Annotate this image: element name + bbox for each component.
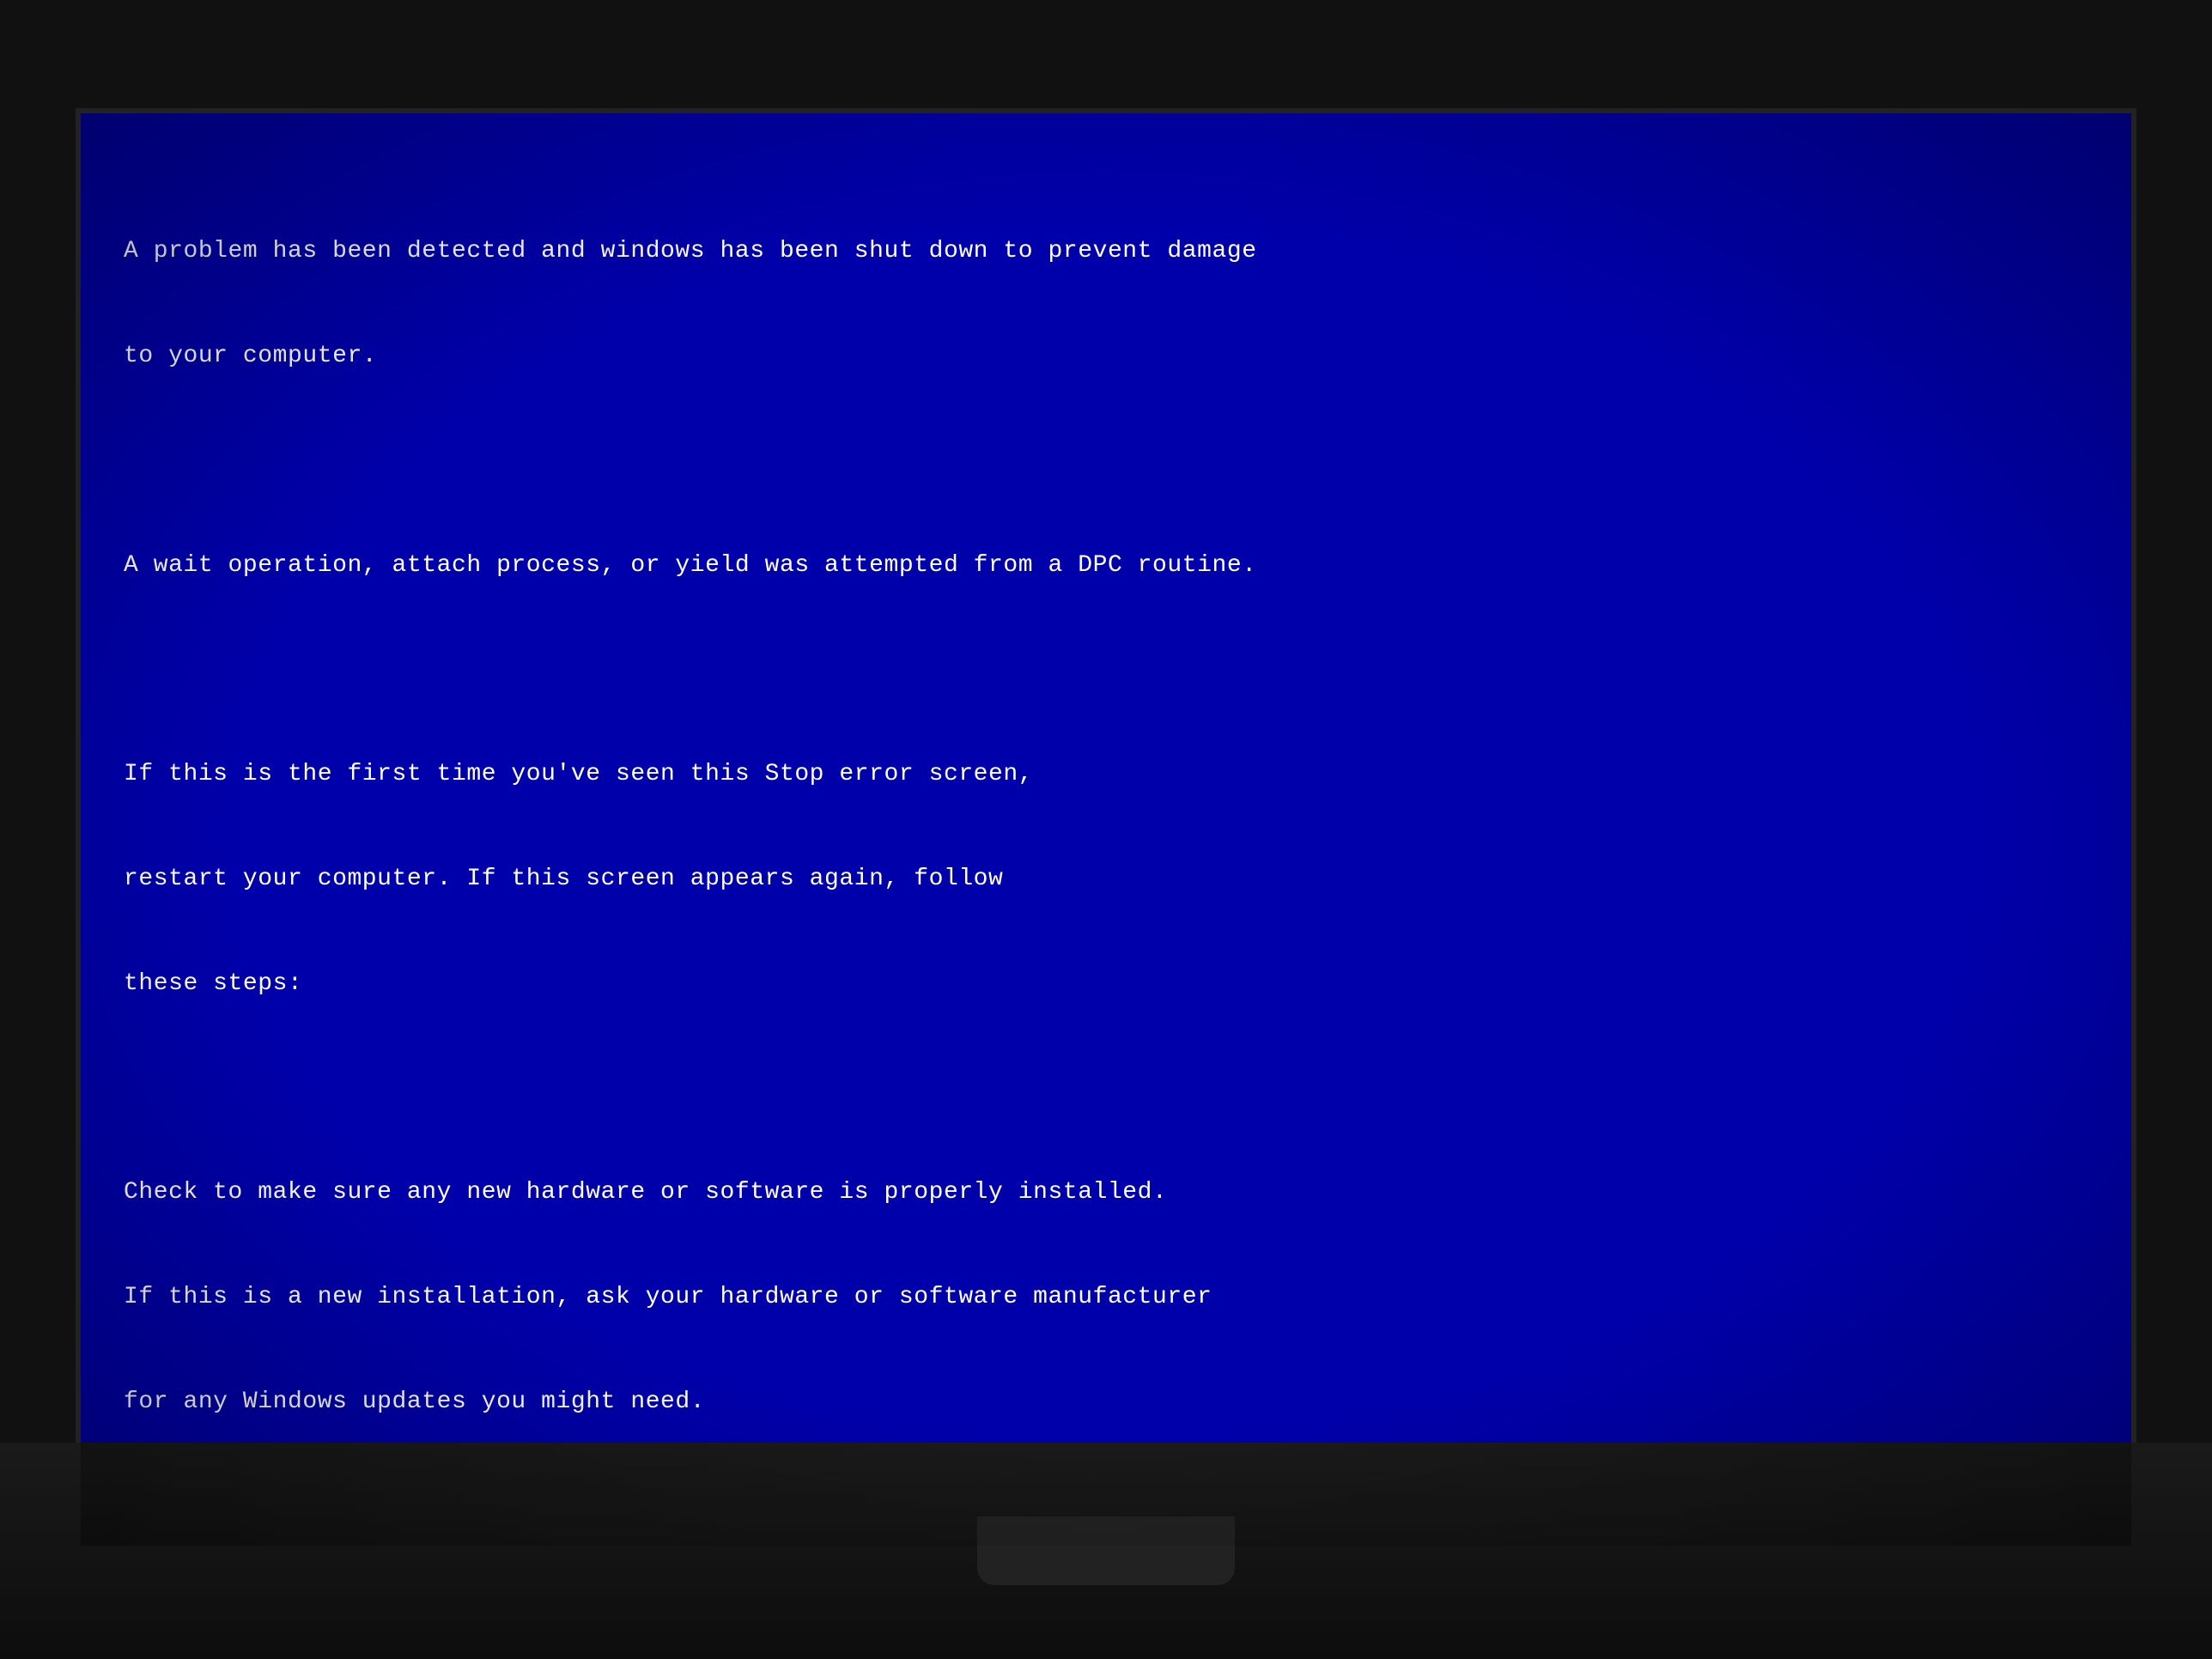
- bsod-line-9: for any Windows updates you might need.: [124, 1385, 2106, 1420]
- bsod-line-5: restart your computer. If this screen ap…: [124, 862, 2106, 897]
- bsod-line-1: A problem has been detected and windows …: [124, 234, 2106, 270]
- bsod-content: A problem has been detected and windows …: [124, 165, 2106, 1494]
- bsod-spacer-1: [124, 444, 2106, 479]
- monitor-bottom: [0, 1443, 2212, 1659]
- bsod-line-6: these steps:: [124, 967, 2106, 1002]
- bsod-line-8: If this is a new installation, ask your …: [124, 1280, 2106, 1316]
- bsod-line-4: If this is the first time you've seen th…: [124, 757, 2106, 793]
- bsod-line-3: A wait operation, attach process, or yie…: [124, 549, 2106, 584]
- monitor-outer: A problem has been detected and windows …: [0, 0, 2212, 1659]
- bsod-line-2: to your computer.: [124, 339, 2106, 374]
- bsod-screen: A problem has been detected and windows …: [76, 108, 2136, 1551]
- bsod-spacer-3: [124, 1071, 2106, 1106]
- bsod-line-7: Check to make sure any new hardware or s…: [124, 1176, 2106, 1211]
- bsod-spacer-2: [124, 653, 2106, 688]
- monitor-stand: [977, 1516, 1235, 1585]
